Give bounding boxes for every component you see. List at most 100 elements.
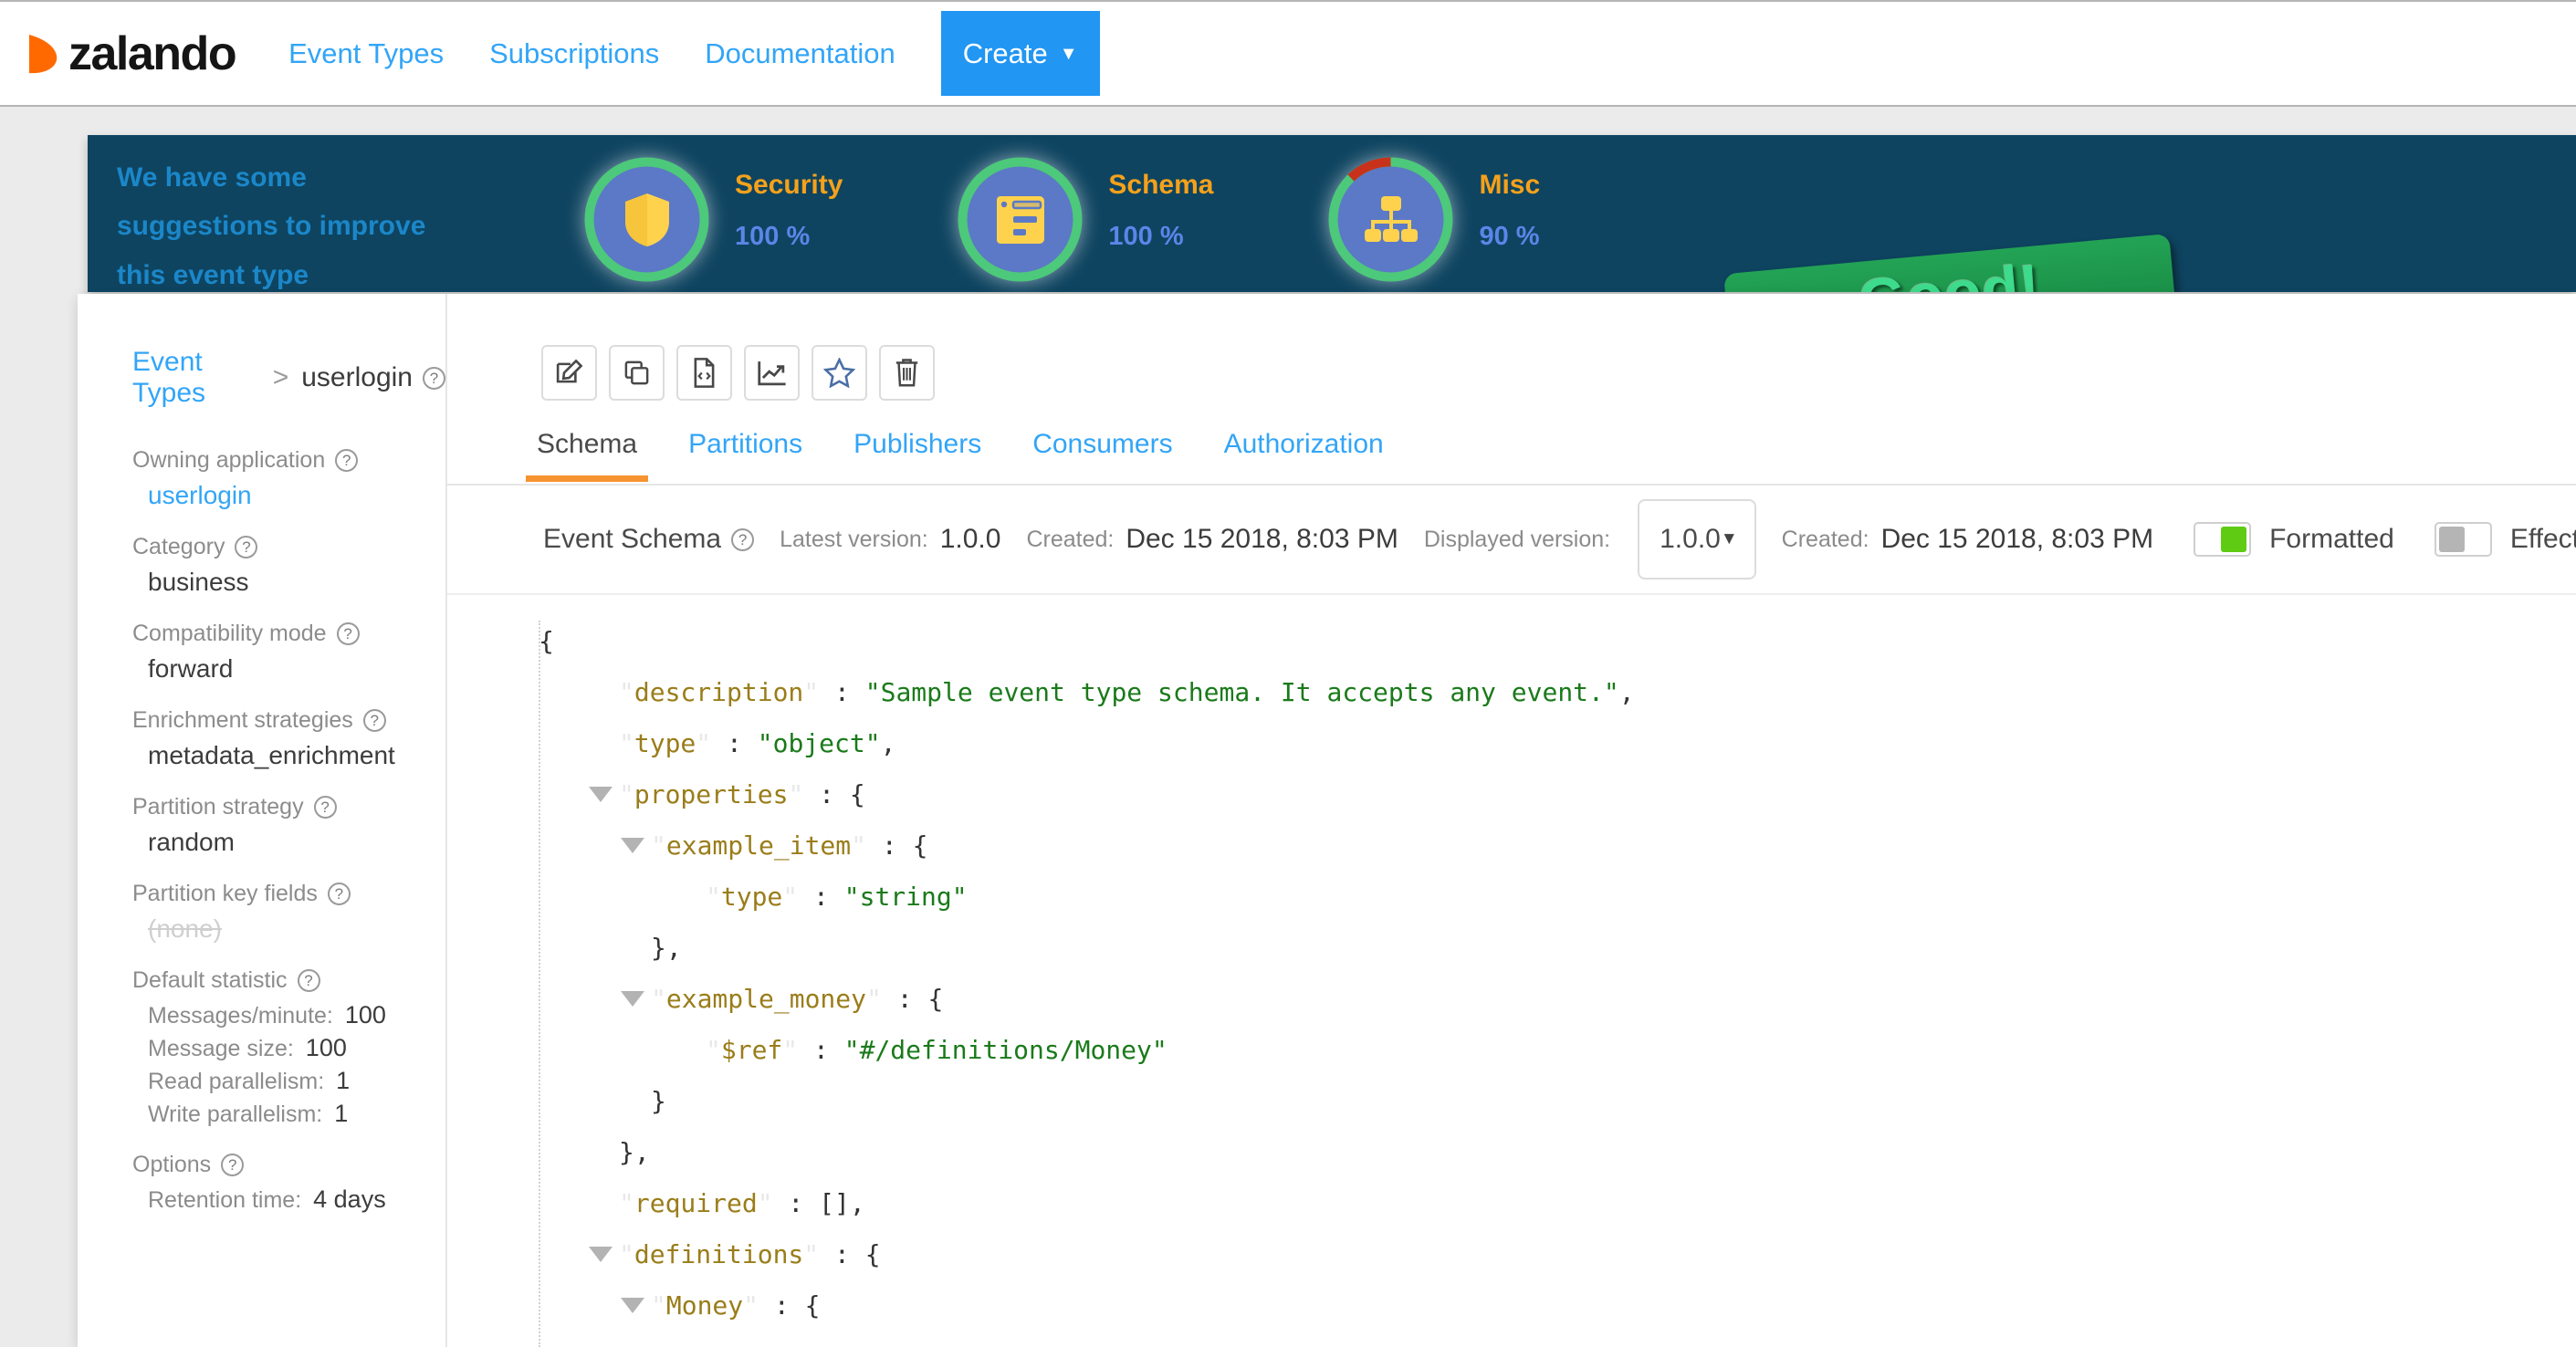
help-icon[interactable]: ? bbox=[731, 527, 755, 551]
code-line: }, bbox=[447, 922, 2576, 973]
field-label-text: Default statistic bbox=[132, 967, 288, 993]
displayed-version-select[interactable]: 1.0.0 ▼ bbox=[1638, 499, 1756, 580]
nav-link-subscriptions[interactable]: Subscriptions bbox=[489, 37, 659, 70]
stat-row: Message size: 100 bbox=[132, 1034, 445, 1062]
code-token: " bbox=[782, 1034, 799, 1065]
toggle-knob bbox=[2438, 527, 2465, 552]
delete-button[interactable] bbox=[879, 345, 935, 401]
help-icon[interactable]: ? bbox=[221, 1154, 245, 1176]
field-value: metadata_enrichment bbox=[148, 741, 395, 769]
collapse-triangle-icon[interactable] bbox=[621, 990, 644, 1007]
latest-version-label: Latest version: bbox=[780, 526, 928, 552]
good-stamp-label: Good! bbox=[1856, 250, 2043, 292]
breadcrumb: Event Types > userlogin ? bbox=[132, 347, 445, 409]
collapse-triangle-icon[interactable] bbox=[621, 837, 644, 853]
badge-schema[interactable]: Schema 100 % bbox=[954, 153, 1213, 286]
code-token: " bbox=[651, 983, 666, 1014]
help-icon[interactable]: ? bbox=[336, 622, 360, 645]
created-label: Created: bbox=[1026, 526, 1115, 552]
field-value: business bbox=[148, 568, 249, 596]
view-code-button[interactable] bbox=[676, 345, 732, 401]
tab-authorization[interactable]: Authorization bbox=[1224, 429, 1384, 480]
favorite-button[interactable] bbox=[812, 345, 867, 401]
collapse-triangle-icon[interactable] bbox=[589, 786, 613, 802]
field-label: Category ? bbox=[132, 534, 445, 560]
badge-security-name: Security bbox=[735, 170, 843, 200]
code-token: "string" bbox=[843, 881, 968, 912]
help-icon[interactable]: ? bbox=[423, 366, 445, 390]
badge-misc-name: Misc bbox=[1479, 170, 1541, 200]
code-token: { bbox=[539, 625, 554, 656]
help-icon[interactable]: ? bbox=[362, 709, 386, 732]
tab-partitions[interactable]: Partitions bbox=[688, 429, 802, 480]
code-line: " properties " : { bbox=[447, 768, 2576, 820]
code-token: " bbox=[866, 983, 882, 1014]
event-type-content: Schema Partitions Publishers Consumers A… bbox=[447, 294, 2576, 1347]
edit-button[interactable] bbox=[541, 345, 597, 401]
tab-consumers[interactable]: Consumers bbox=[1032, 429, 1172, 480]
stat-value: 1 bbox=[334, 1100, 349, 1127]
chevron-down-icon: ▼ bbox=[1720, 529, 1738, 548]
code-token: : bbox=[798, 881, 844, 912]
field-label: Partition strategy ? bbox=[132, 794, 445, 820]
trash-icon bbox=[894, 358, 920, 388]
help-icon[interactable]: ? bbox=[313, 796, 337, 819]
field-partition-strategy: Partition strategy ? random bbox=[132, 794, 445, 857]
stat-key: Read parallelism: bbox=[148, 1069, 325, 1094]
stat-row: Read parallelism: 1 bbox=[132, 1067, 445, 1095]
stat-row: Messages/minute: 100 bbox=[132, 1001, 445, 1029]
field-value[interactable]: userlogin bbox=[132, 481, 445, 510]
statistics-button[interactable] bbox=[744, 345, 800, 401]
nav-link-event-types[interactable]: Event Types bbox=[288, 37, 444, 70]
help-icon[interactable]: ? bbox=[235, 536, 258, 559]
badge-misc[interactable]: Misc 90 % bbox=[1325, 153, 1540, 286]
code-line: " type " : "object", bbox=[447, 717, 2576, 768]
copy-button[interactable] bbox=[609, 345, 665, 401]
nav-link-documentation[interactable]: Documentation bbox=[705, 37, 895, 70]
help-icon[interactable]: ? bbox=[335, 449, 359, 472]
code-line: " required " : [], bbox=[447, 1177, 2576, 1228]
tab-publishers[interactable]: Publishers bbox=[853, 429, 981, 480]
chart-icon bbox=[757, 359, 787, 387]
help-icon[interactable]: ? bbox=[327, 882, 351, 905]
code-token: " bbox=[619, 1187, 634, 1218]
code-token: example_item bbox=[665, 830, 852, 861]
hierarchy-icon bbox=[1325, 153, 1457, 286]
collapse-triangle-icon[interactable] bbox=[621, 1297, 644, 1313]
code-token: [], bbox=[819, 1187, 865, 1218]
help-icon[interactable]: ? bbox=[297, 969, 320, 992]
create-button[interactable]: Create ▼ bbox=[940, 11, 1100, 96]
code-token: example_money bbox=[665, 983, 867, 1014]
code-line: } bbox=[447, 1075, 2576, 1126]
collapse-triangle-icon[interactable] bbox=[589, 1246, 613, 1262]
zalando-mark-icon bbox=[26, 33, 60, 75]
field-label-text: Partition key fields bbox=[132, 881, 318, 906]
formatted-toggle[interactable] bbox=[2194, 522, 2252, 557]
code-token: " bbox=[619, 1238, 634, 1269]
stat-row: Retention time: 4 days bbox=[132, 1185, 445, 1214]
code-token: " bbox=[803, 1238, 820, 1269]
code-token: : bbox=[866, 830, 913, 861]
field-value: forward bbox=[148, 654, 234, 683]
code-lines: {" description " : "Sample event type sche… bbox=[447, 615, 2576, 1331]
code-line: " Money " : { bbox=[447, 1279, 2576, 1331]
code-line: " definitions " : { bbox=[447, 1228, 2576, 1279]
zalando-logo[interactable]: zalando bbox=[26, 30, 237, 78]
tab-schema[interactable]: Schema bbox=[525, 429, 649, 482]
field-compatibility-mode: Compatibility mode ? forward bbox=[132, 621, 445, 684]
badge-security[interactable]: Security 100 % bbox=[581, 153, 843, 286]
field-label: Enrichment strategies ? bbox=[132, 707, 445, 734]
schema-code-viewer[interactable]: {" description " : "Sample event type sche… bbox=[447, 593, 2576, 1347]
field-label: Owning application ? bbox=[132, 447, 445, 474]
effective-schema-toggle[interactable] bbox=[2434, 522, 2492, 557]
field-label: Compatibility mode ? bbox=[132, 621, 445, 647]
stat-key: Messages/minute: bbox=[148, 1003, 333, 1029]
action-toolbar bbox=[541, 345, 935, 401]
field-partition-key-fields: Partition key fields ? (none) bbox=[132, 881, 445, 944]
code-token: , bbox=[1618, 676, 1635, 707]
breadcrumb-link-event-types[interactable]: Event Types bbox=[132, 347, 260, 409]
field-options: Options ? Retention time: 4 days bbox=[132, 1152, 445, 1214]
code-token: { bbox=[849, 778, 865, 809]
field-category: Category ? business bbox=[132, 534, 445, 597]
code-token: type bbox=[634, 727, 696, 758]
